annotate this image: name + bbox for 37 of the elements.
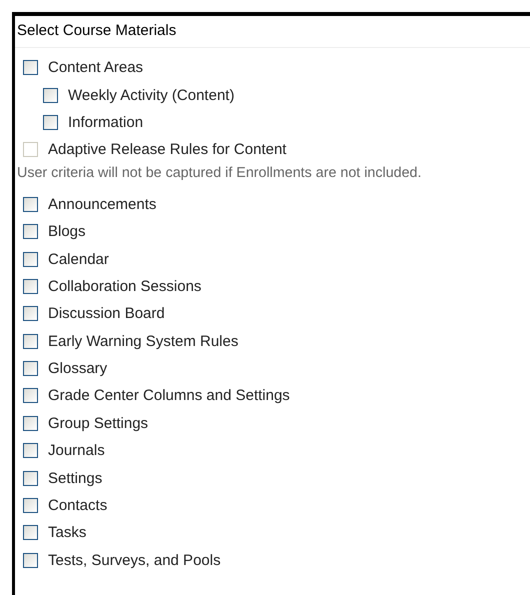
- checkbox[interactable]: [23, 552, 38, 568]
- checkbox[interactable]: [23, 443, 38, 458]
- info-note: User criteria will not be captured if Enrollments are not included.: [16, 164, 422, 183]
- checkbox[interactable]: [43, 114, 58, 130]
- checkbox[interactable]: [23, 498, 38, 514]
- checkbox-label: Contacts: [48, 497, 108, 514]
- checkbox-label: Early Warning System Rules: [48, 332, 238, 350]
- checkbox-label: Collaboration Sessions: [48, 278, 202, 295]
- checkbox[interactable]: [23, 306, 38, 322]
- checkbox-label: Tests, Surveys, and Pools: [48, 552, 221, 569]
- checkbox[interactable]: [23, 196, 38, 212]
- checkbox-label: Adaptive Release Rules for Content: [48, 141, 286, 158]
- checkbox[interactable]: [23, 361, 38, 376]
- checkbox-label: Announcements: [48, 196, 156, 213]
- checkbox[interactable]: [23, 334, 38, 349]
- checkbox[interactable]: [23, 388, 38, 404]
- checkbox-label: Blogs: [48, 223, 86, 240]
- checkbox[interactable]: [23, 252, 38, 267]
- checkbox-label: Content Areas: [48, 59, 144, 76]
- checkbox-label: Information: [68, 114, 144, 131]
- checkbox[interactable]: [23, 525, 38, 540]
- checkbox[interactable]: [23, 470, 38, 486]
- checkbox-label: Weekly Activity (Content): [68, 86, 234, 104]
- checkbox-label: Journals: [48, 442, 105, 460]
- checkbox-label: Settings: [48, 470, 102, 487]
- checkbox[interactable]: [23, 60, 38, 76]
- checkbox[interactable]: [23, 224, 38, 240]
- checkbox[interactable]: [23, 278, 38, 294]
- checkbox-label: Tasks: [48, 524, 86, 542]
- checkbox-label: Discussion Board: [48, 305, 165, 322]
- panel-title: Select Course Materials: [15, 16, 530, 48]
- checkbox-label: Glossary: [48, 360, 108, 378]
- checkbox[interactable]: [23, 416, 38, 431]
- checkbox[interactable]: [43, 88, 58, 103]
- checkbox-label: Group Settings: [48, 414, 148, 432]
- checkbox-label: Calendar: [48, 250, 109, 268]
- checkbox-label: Grade Center Columns and Settings: [48, 387, 290, 404]
